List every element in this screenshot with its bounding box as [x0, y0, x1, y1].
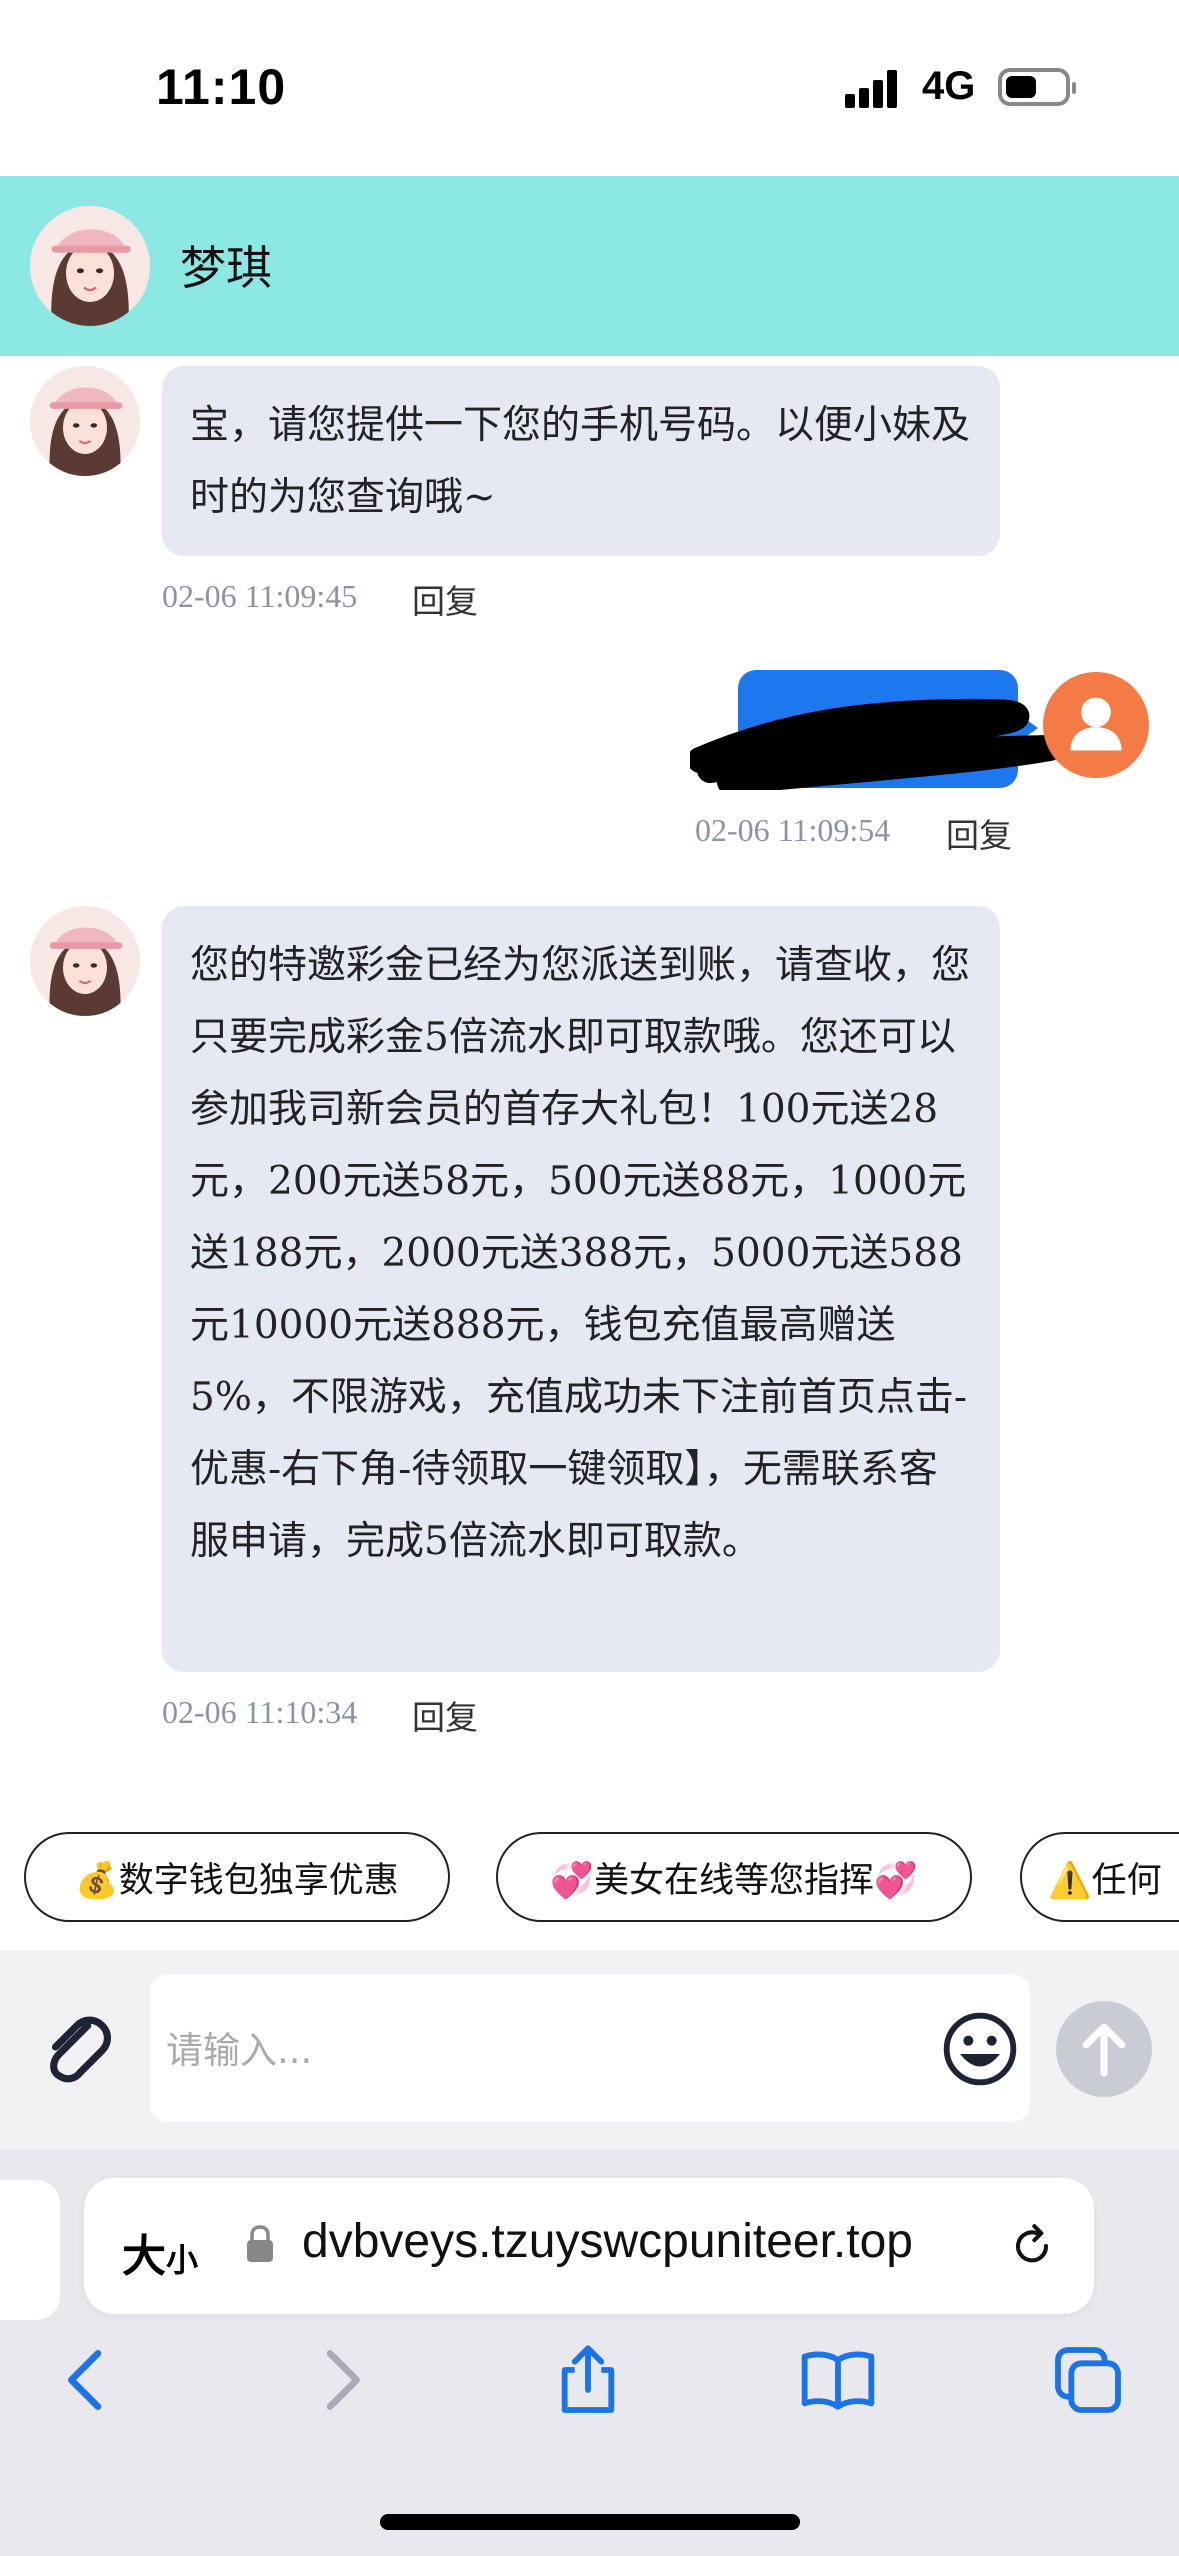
quick-replies-bar: 💰数字钱包独享优惠 💞美女在线等您指挥💞 ⚠️任何 [0, 1800, 1179, 1950]
user-icon [1070, 697, 1122, 751]
reply-link[interactable]: 回复 [412, 1691, 478, 1739]
forward-chevron-icon[interactable] [300, 2340, 380, 2420]
contact-avatar[interactable] [30, 206, 150, 326]
message-timestamp: 02-06 11:09:45 [162, 578, 358, 614]
arrow-up-icon [1082, 2023, 1126, 2077]
message-input[interactable]: 请输入... [150, 1974, 1030, 2122]
home-indicator [380, 2514, 800, 2530]
signal-icon [845, 68, 905, 108]
lock-icon [247, 2225, 273, 2262]
user-avatar[interactable] [1043, 672, 1149, 778]
chat-header: 梦琪 [0, 176, 1179, 356]
send-button[interactable] [1056, 2001, 1152, 2097]
girl-avatar-icon [30, 906, 140, 1016]
smiley-icon[interactable] [940, 2009, 1020, 2089]
redaction-scribble [690, 698, 1060, 790]
network-label: 4G [922, 64, 976, 108]
message-timestamp: 02-06 11:10:34 [162, 1694, 358, 1730]
reply-link[interactable]: 回复 [412, 575, 478, 623]
tabs-icon[interactable] [1048, 2340, 1128, 2420]
message-timestamp: 02-06 11:09:54 [695, 812, 891, 848]
address-bar[interactable]: 大小 dvbveys.tzuyswcpuniteer.top [84, 2178, 1094, 2314]
battery-icon [998, 68, 1076, 106]
status-time: 11:10 [156, 59, 287, 115]
contact-name: 梦琪 [180, 241, 272, 295]
reload-icon[interactable] [1004, 2218, 1060, 2274]
text-size-small-label: 小 [166, 2241, 199, 2279]
girl-avatar-icon [30, 206, 150, 326]
paperclip-icon[interactable] [34, 2004, 120, 2090]
status-bar: 11:10 4G [0, 0, 1179, 176]
quick-reply-chip[interactable]: 💞美女在线等您指挥💞 [496, 1832, 972, 1922]
message-avatar[interactable] [30, 366, 140, 476]
url-text[interactable]: dvbveys.tzuyswcpuniteer.top [302, 2214, 913, 2269]
previous-tab-peek[interactable] [0, 2180, 60, 2320]
incoming-message-bubble[interactable]: 宝，请您提供一下您的手机号码。以便小妹及时的为您查询哦~ [162, 366, 1000, 556]
share-icon[interactable] [548, 2340, 628, 2420]
message-avatar[interactable] [30, 906, 140, 1016]
incoming-message-bubble[interactable]: 您的特邀彩金已经为您派送到账，请查收，您只要完成彩金5倍流水即可取款哦。您还可以… [162, 906, 1000, 1672]
reply-link[interactable]: 回复 [946, 809, 1012, 857]
message-input-placeholder: 请输入... [166, 2029, 313, 2072]
book-icon[interactable] [798, 2340, 878, 2420]
back-chevron-icon[interactable] [48, 2340, 128, 2420]
girl-avatar-icon [30, 366, 140, 476]
quick-reply-chip[interactable]: 💰数字钱包独享优惠 [24, 1832, 450, 1922]
quick-reply-chip[interactable]: ⚠️任何 [1020, 1832, 1179, 1922]
text-size-button[interactable]: 大小 [122, 2220, 198, 2284]
text-size-label: 大 [122, 2231, 166, 2282]
